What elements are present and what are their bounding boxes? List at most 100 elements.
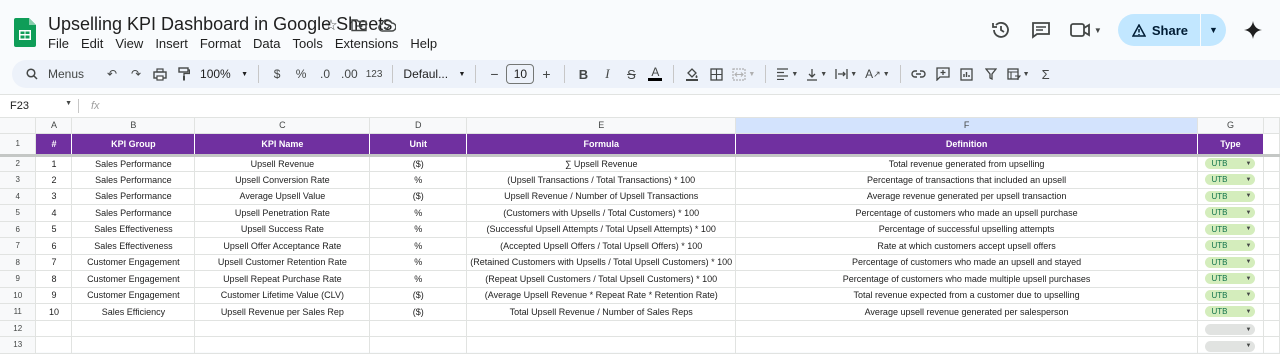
text-rotation-icon[interactable]: A ↗ ▼ (861, 62, 894, 86)
menu-insert[interactable]: Insert (155, 36, 188, 51)
menus-search[interactable]: Menus (20, 62, 94, 86)
formula-input[interactable] (100, 96, 1280, 116)
cloud-status-icon[interactable] (378, 16, 396, 34)
star-icon[interactable]: ☆ (322, 16, 340, 34)
share-dropdown-icon[interactable]: ▼ (1200, 14, 1226, 46)
increase-decimal-button[interactable]: .00 (337, 62, 362, 86)
cell-kpi-name[interactable]: Customer Lifetime Value (CLV) (194, 287, 371, 304)
cell-number[interactable]: 7 (35, 254, 73, 271)
cell-kpi-group[interactable]: Customer Engagement (71, 287, 196, 304)
cell[interactable] (1263, 155, 1280, 172)
cell-formula[interactable]: (Successful Upsell Attempts / Total Upse… (466, 221, 737, 238)
cell-unit[interactable]: % (369, 237, 468, 255)
cell-kpi-group[interactable]: Sales Performance (71, 188, 196, 205)
row-header[interactable]: 10 (0, 287, 37, 304)
cell-formula[interactable]: (Upsell Transactions / Total Transaction… (466, 171, 737, 189)
cell-number[interactable]: 8 (35, 270, 73, 288)
cell-unit[interactable]: % (369, 254, 468, 271)
bold-icon[interactable]: B (571, 62, 595, 86)
cell-number[interactable]: 3 (35, 188, 73, 205)
cell-formula[interactable]: (Retained Customers with Upsells / Total… (466, 254, 737, 271)
cell-type[interactable]: UTB ▼ (1197, 204, 1264, 222)
cell-number[interactable]: 2 (35, 171, 73, 189)
type-dropdown-chip[interactable]: UTB ▼ (1205, 223, 1256, 235)
cell-definition[interactable]: Average revenue generated per upsell tra… (735, 188, 1198, 205)
column-header-a[interactable]: A (35, 118, 73, 134)
zoom-select[interactable]: 100% ▼ (196, 62, 252, 86)
row-header[interactable]: 6 (0, 221, 37, 238)
move-folder-icon[interactable] (350, 16, 368, 34)
menu-file[interactable]: File (48, 36, 69, 51)
horizontal-align-icon[interactable]: ▼ (772, 62, 802, 86)
print-icon[interactable] (148, 62, 172, 86)
meet-dropdown-icon[interactable]: ▼ (1094, 26, 1102, 35)
cell-number[interactable]: 1 (35, 155, 73, 172)
name-box[interactable]: F23 ▼ (0, 100, 78, 112)
cell-kpi-group[interactable]: Customer Engagement (71, 270, 196, 288)
row-header[interactable]: 1 (0, 133, 37, 157)
borders-icon[interactable] (704, 62, 728, 86)
cell-kpi-name[interactable]: Upsell Penetration Rate (194, 204, 371, 222)
cell-unit[interactable]: ($) (369, 287, 468, 304)
header-cell-kpi-group[interactable]: KPI Group (71, 133, 196, 157)
type-dropdown-chip[interactable]: UTB ▼ (1205, 306, 1256, 318)
type-dropdown-chip[interactable]: UTB ▼ (1205, 256, 1256, 268)
cell[interactable] (1263, 254, 1280, 271)
column-header-e[interactable]: E (466, 118, 737, 134)
insert-chart-icon[interactable] (955, 62, 979, 86)
row-header[interactable]: 12 (0, 320, 37, 337)
cell[interactable] (1263, 336, 1280, 354)
row-header[interactable]: 11 (0, 303, 37, 321)
cell-type[interactable]: UTB ▼ (1197, 254, 1264, 271)
type-dropdown-chip[interactable]: ▼ (1205, 324, 1256, 335)
cell-unit[interactable] (369, 320, 468, 337)
vertical-align-icon[interactable]: ▼ (802, 62, 831, 86)
insert-comment-icon[interactable] (931, 62, 955, 86)
column-header-c[interactable]: C (194, 118, 371, 134)
percent-format-button[interactable]: % (289, 62, 313, 86)
cell-unit[interactable]: ($) (369, 188, 468, 205)
cell-kpi-group[interactable]: Sales Effectiveness (71, 221, 196, 238)
cell-formula[interactable]: (Average Upsell Revenue * Repeat Rate * … (466, 287, 737, 304)
header-cell-formula[interactable]: Formula (466, 133, 737, 157)
cell-unit[interactable]: ($) (369, 303, 468, 321)
type-dropdown-chip[interactable]: UTB ▼ (1205, 273, 1256, 285)
gemini-icon[interactable] (1240, 17, 1266, 43)
row-header[interactable]: 2 (0, 155, 37, 172)
header-cell-definition[interactable]: Definition (735, 133, 1198, 157)
cell-type[interactable]: UTB ▼ (1197, 287, 1264, 304)
menu-help[interactable]: Help (410, 36, 437, 51)
cell-definition[interactable] (735, 320, 1198, 337)
cell-formula[interactable]: ∑ Upsell Revenue (466, 155, 737, 172)
menu-data[interactable]: Data (253, 36, 280, 51)
column-header-g[interactable]: G (1197, 118, 1264, 134)
cell-unit[interactable]: % (369, 204, 468, 222)
type-dropdown-chip[interactable]: UTB ▼ (1205, 207, 1256, 219)
redo-icon[interactable]: ↷ (124, 62, 148, 86)
cell-kpi-name[interactable]: Upsell Revenue (194, 155, 371, 172)
filter-views-icon[interactable]: ▼ (1003, 62, 1034, 86)
cell-number[interactable] (35, 320, 73, 337)
header-cell-type[interactable]: Type (1197, 133, 1264, 157)
row-header[interactable]: 13 (0, 336, 37, 354)
row-header[interactable]: 4 (0, 188, 37, 205)
cell-kpi-name[interactable]: Upsell Repeat Purchase Rate (194, 270, 371, 288)
cell[interactable] (1263, 171, 1280, 189)
type-dropdown-chip[interactable]: UTB ▼ (1205, 174, 1256, 186)
cell-definition[interactable]: Rate at which customers accept upsell of… (735, 237, 1198, 255)
decrease-decimal-button[interactable]: .0 (313, 62, 337, 86)
cell-number[interactable]: 10 (35, 303, 73, 321)
comments-icon[interactable] (1028, 17, 1054, 43)
version-history-icon[interactable] (988, 17, 1014, 43)
cell-kpi-name[interactable] (194, 336, 371, 354)
cell-unit[interactable]: % (369, 270, 468, 288)
cell[interactable] (1263, 270, 1280, 288)
decrease-font-size-button[interactable]: − (482, 62, 506, 86)
cell-type[interactable]: UTB ▼ (1197, 171, 1264, 189)
cell[interactable] (1263, 287, 1280, 304)
row-header[interactable]: 5 (0, 204, 37, 222)
cell-kpi-name[interactable]: Upsell Conversion Rate (194, 171, 371, 189)
cell-formula[interactable] (466, 320, 737, 337)
cell-number[interactable] (35, 336, 73, 354)
cell-number[interactable]: 5 (35, 221, 73, 238)
